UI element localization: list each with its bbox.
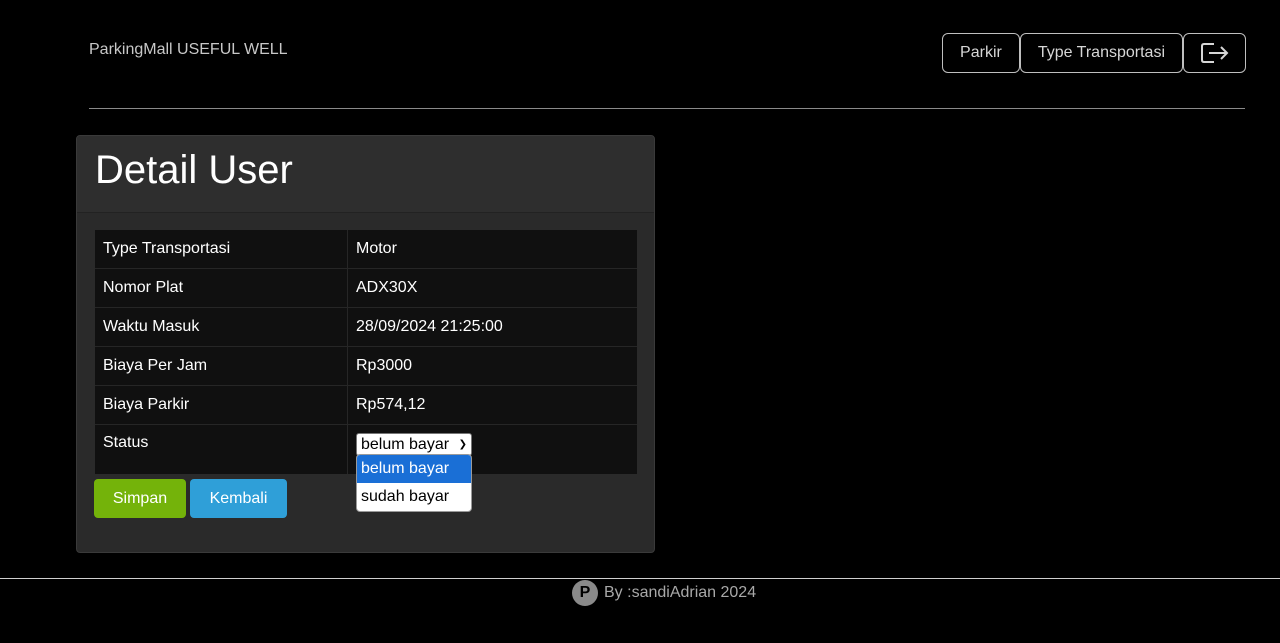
row-label: Nomor Plat: [95, 268, 348, 308]
row-label: Biaya Parkir: [95, 385, 348, 425]
footer-divider: [0, 578, 1280, 579]
table-row: Biaya Parkir Rp574,12: [95, 385, 637, 425]
table-row: Nomor Plat ADX30X: [95, 268, 637, 308]
brand-title[interactable]: ParkingMall USEFUL WELL: [89, 41, 288, 59]
save-button[interactable]: Simpan: [94, 479, 186, 518]
row-value: Rp3000: [347, 346, 637, 386]
back-button[interactable]: Kembali: [190, 479, 287, 518]
logout-button[interactable]: [1183, 33, 1246, 73]
row-label: Status: [95, 424, 348, 474]
footer: P By :sandiAdrian 2024: [572, 580, 756, 606]
page-title: Detail User: [95, 148, 293, 192]
nav-parkir-button[interactable]: Parkir: [942, 33, 1020, 73]
status-option-belum-bayar[interactable]: belum bayar: [357, 455, 471, 483]
row-label: Biaya Per Jam: [95, 346, 348, 386]
status-dropdown: belum bayar sudah bayar: [356, 454, 472, 512]
row-value: ADX30X: [347, 268, 637, 308]
table-row: Type Transportasi Motor: [95, 230, 637, 269]
detail-table: Type Transportasi Motor Nomor Plat ADX30…: [95, 230, 637, 474]
status-selected-value: belum bayar: [361, 435, 450, 453]
logout-icon: [1200, 43, 1228, 63]
row-label: Type Transportasi: [95, 230, 348, 269]
nav-type-transportasi-button[interactable]: Type Transportasi: [1019, 33, 1183, 73]
parking-icon: P: [572, 580, 598, 606]
chevron-down-icon: ❯: [458, 439, 467, 450]
row-value: 28/09/2024 21:25:00: [347, 307, 637, 347]
footer-credit: By :sandiAdrian 2024: [604, 584, 757, 601]
table-row: Waktu Masuk 28/09/2024 21:25:00: [95, 307, 637, 347]
row-value: Motor: [347, 230, 637, 269]
table-row: Biaya Per Jam Rp3000: [95, 346, 637, 386]
status-select[interactable]: belum bayar ❯: [356, 433, 472, 456]
row-label: Waktu Masuk: [95, 307, 348, 347]
top-nav: Parkir Type Transportasi: [942, 33, 1246, 73]
row-value: Rp574,12: [347, 385, 637, 425]
status-option-sudah-bayar[interactable]: sudah bayar: [357, 483, 471, 511]
header-divider: [89, 108, 1245, 109]
